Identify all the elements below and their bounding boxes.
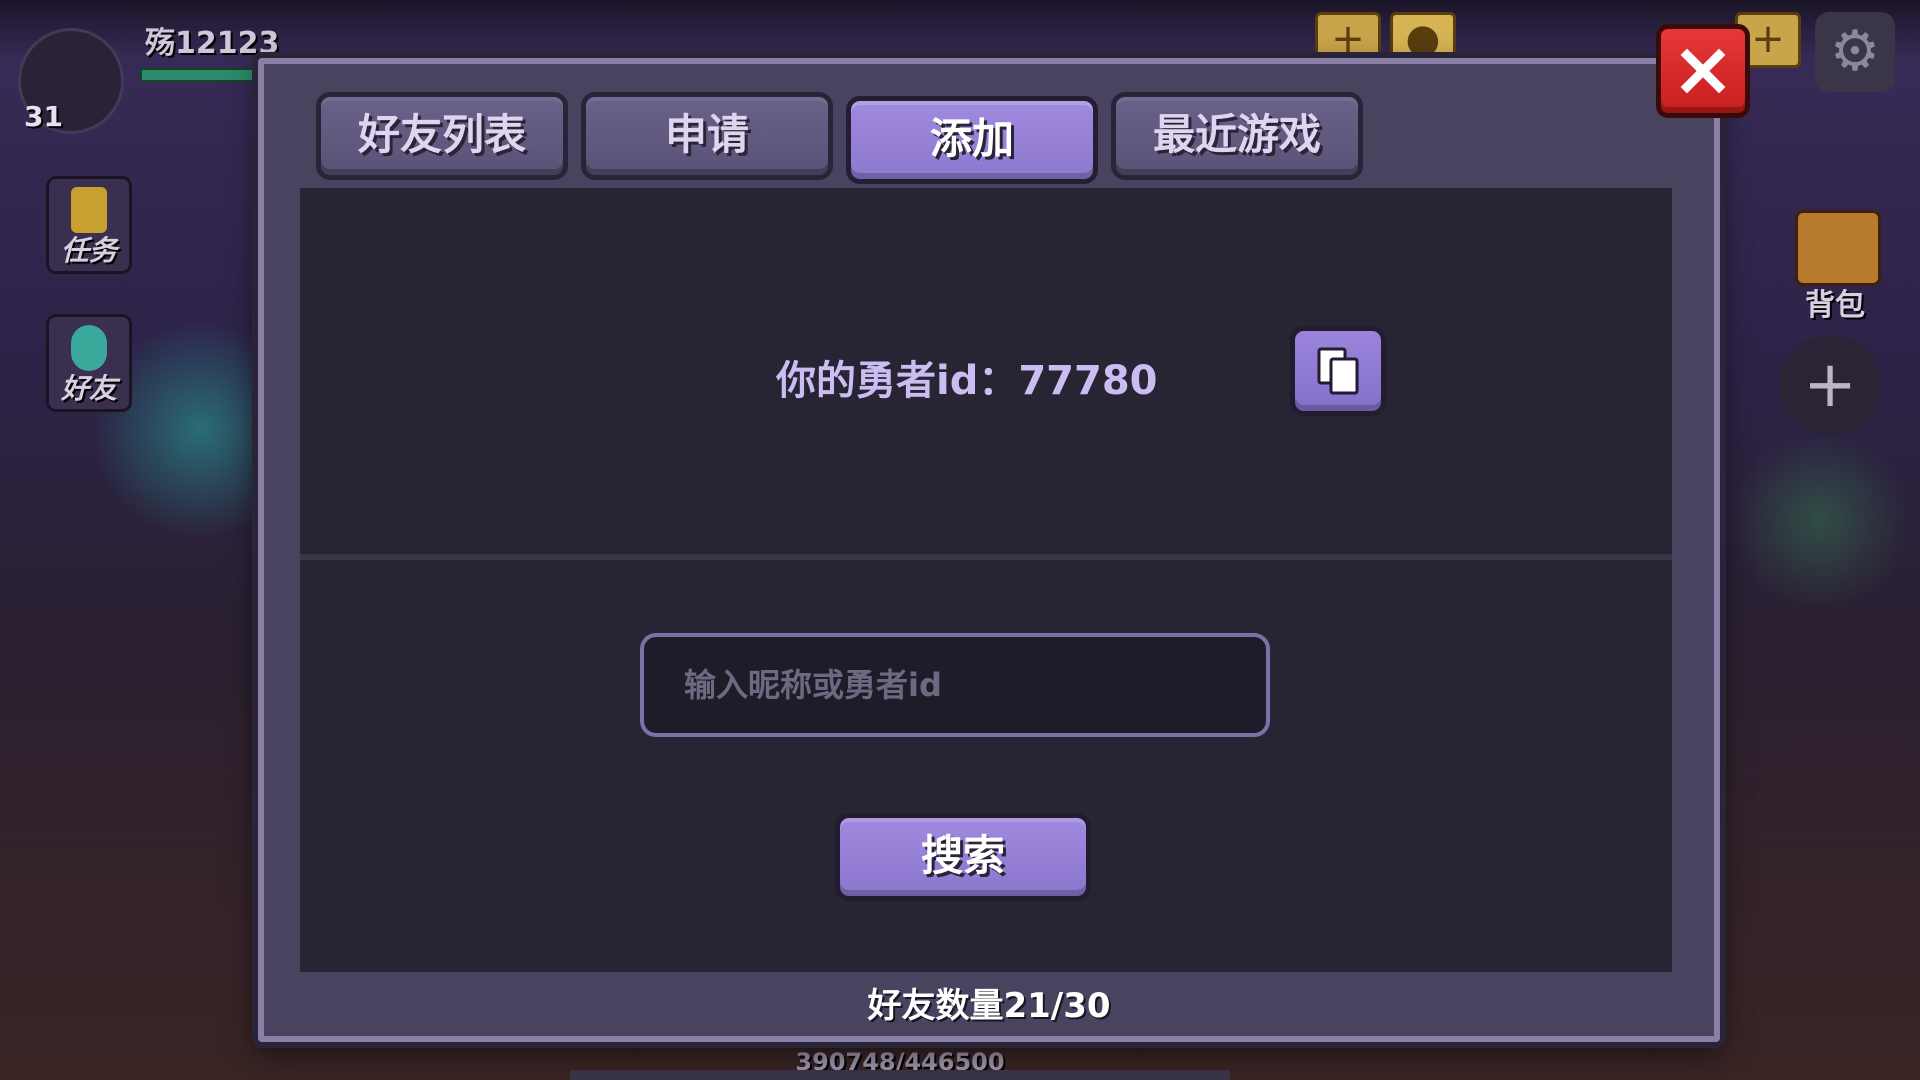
friends-button-label: 好友 — [60, 372, 117, 405]
panel-divider — [300, 554, 1672, 560]
search-input[interactable] — [640, 633, 1270, 737]
backpack-icon[interactable] — [1795, 210, 1881, 286]
friends-icon — [71, 325, 107, 371]
backpack-label: 背包 — [1805, 288, 1865, 323]
close-icon — [1680, 48, 1726, 94]
tab-recent-games[interactable]: 最近游戏 — [1111, 92, 1363, 180]
search-button[interactable]: 搜索 — [835, 813, 1091, 901]
top-hud-bar — [0, 0, 1920, 60]
player-hp-bar — [140, 68, 259, 82]
settings-gear-icon[interactable]: ⚙ — [1815, 12, 1895, 92]
hero-id-label: 你的勇者id：77780 — [776, 358, 1158, 404]
close-button[interactable] — [1656, 24, 1750, 118]
tab-add[interactable]: 添加 — [846, 96, 1098, 184]
tab-friend-list-label: 好友列表 — [357, 110, 526, 159]
player-level: 31 — [24, 100, 63, 133]
copy-id-button[interactable] — [1290, 326, 1386, 416]
tab-friend-list[interactable]: 好友列表 — [316, 92, 568, 180]
friend-count: 好友数量21/30 — [867, 986, 1111, 1026]
copy-icon — [1317, 347, 1359, 395]
add-skill-icon[interactable]: + — [1780, 335, 1880, 435]
quest-button[interactable]: 任务 — [46, 176, 132, 274]
xp-bar — [570, 1070, 1230, 1080]
friends-button[interactable]: 好友 — [46, 314, 132, 412]
tab-requests-label: 申请 — [664, 110, 749, 159]
tab-recent-games-label: 最近游戏 — [1152, 110, 1321, 159]
add-friend-panel: 你的勇者id：77780 搜索 — [300, 188, 1672, 972]
quest-icon — [71, 187, 107, 233]
friends-dialog: 好友列表 申请 添加 最近游戏 你的勇者id：77780 搜索 好友数量21/3… — [258, 58, 1720, 1042]
player-name: 殇12123 — [145, 26, 280, 61]
quest-button-label: 任务 — [60, 234, 117, 267]
tab-add-label: 添加 — [929, 114, 1014, 163]
tab-requests[interactable]: 申请 — [581, 92, 833, 180]
